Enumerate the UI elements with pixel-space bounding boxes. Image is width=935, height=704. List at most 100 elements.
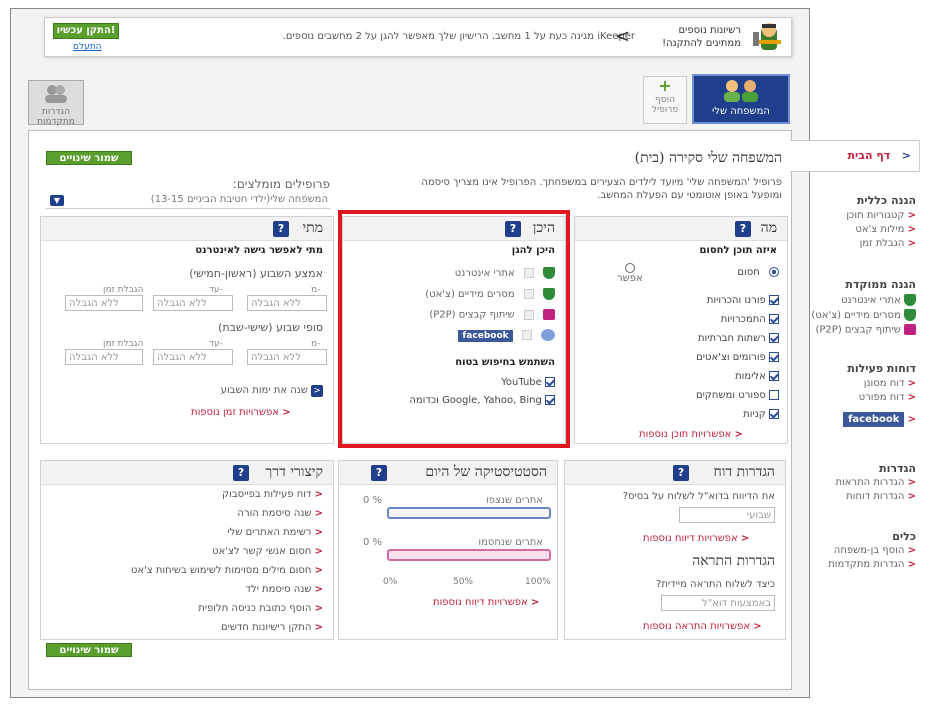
save-button-bottom[interactable]: שמור שינויים	[46, 643, 132, 657]
block-radio-row[interactable]: חסום	[737, 267, 779, 278]
what-item-5[interactable]: ספורט ומשחקים	[696, 390, 779, 401]
help-icon[interactable]: ?	[673, 465, 689, 481]
sidebar-item-report-settings[interactable]: < הגדרות דוחות	[846, 491, 916, 502]
alert-method-select[interactable]: באמצעות דוא"ל	[661, 595, 775, 611]
panel-shortcuts-title: קיצורי דרך	[265, 464, 323, 480]
weekday-limit-field[interactable]: ללא הגבלה	[65, 295, 143, 311]
chevron-left-icon: <	[907, 477, 916, 488]
sidebar-item-websites[interactable]: אתרי אינטרנט	[841, 294, 916, 306]
what-item-3[interactable]: פורומים וצ'אטים	[696, 352, 779, 363]
recommended-select[interactable]: ▼ המשפחה שלי(ילדי חטיבת הביניים 13-15)	[46, 193, 330, 209]
more-content-options-link[interactable]: < אפשרויות תוכן נוספות	[639, 429, 743, 440]
license-banner: התקן עכשיו! התעלם iKeeper מגינה כעת על 1…	[44, 17, 792, 57]
help-icon[interactable]: ?	[273, 221, 289, 237]
shortcut-2[interactable]: < רשימת האתרים שלי	[227, 527, 323, 538]
sidebar-item-p2p[interactable]: שיתוף קבצים (P2P)	[815, 324, 916, 336]
recommended-label: פרופילים מומלצים:	[232, 177, 330, 191]
panel-stats-header: הסטטיסטיקה של היום ?	[339, 461, 557, 485]
more-stats-options-label: אפשרויות דיווח נוספות	[433, 597, 528, 608]
help-icon[interactable]: ?	[371, 465, 387, 481]
shortcut-label: התקן רישיונות חדשים	[220, 622, 312, 633]
sidebar-home[interactable]: < דף הבית	[790, 140, 920, 172]
sidebar-item-facebook[interactable]: < facebook	[843, 412, 916, 427]
what-item-0[interactable]: פורנו והכרויות	[707, 295, 779, 306]
blocked-bar	[387, 549, 551, 561]
chevron-left-icon[interactable]: <	[615, 26, 630, 47]
weekend-from-field[interactable]: ללא הגבלה	[247, 349, 327, 365]
shortcut-0[interactable]: < דוח פעילות בפייסבוק	[222, 489, 323, 500]
shortcut-label: חסום מילים מסוימות לשימוש בשיחות צ'אט	[130, 565, 312, 576]
shield-icon	[904, 294, 916, 306]
shortcut-label: חסום אנשי קשר לצ'אט	[212, 546, 312, 557]
sidebar-item-content-categories[interactable]: < קטגוריות תוכן	[846, 210, 916, 221]
weekend-to-label: עד-	[209, 339, 223, 349]
checkbox-icon	[769, 409, 779, 419]
shortcut-4[interactable]: < חסום מילים מסוימות לשימוש בשיחות צ'אט	[131, 565, 323, 576]
what-item-label: ספורט ומשחקים	[695, 390, 766, 401]
chevron-left-icon: <	[314, 508, 323, 519]
sidebar-item-time-limit[interactable]: < הגבלת זמן	[860, 238, 916, 249]
checkbox-icon	[769, 314, 779, 324]
chevron-left-icon: <	[314, 622, 323, 633]
sidebar-item-chat-words[interactable]: < מילות צ'אט	[855, 224, 916, 235]
sidebar-item-filtered-report[interactable]: < דוח מסונן	[864, 378, 916, 389]
people-icon	[45, 85, 67, 103]
change-days-link[interactable]: < שנה את ימות השבוע	[221, 385, 323, 397]
shortcut-label: דוח פעילות בפייסבוק	[222, 489, 312, 500]
shortcut-1[interactable]: < שנה סיסמת הורה	[237, 508, 323, 519]
weekday-to-field[interactable]: ללא הגבלה	[153, 295, 233, 311]
what-item-4[interactable]: אלימות	[735, 371, 779, 382]
weekend-limit-field[interactable]: ללא הגבלה	[65, 349, 143, 365]
chevron-left-icon: <	[907, 238, 916, 249]
banner-title-line2: ממתינים להתקנה!	[662, 38, 741, 49]
radio-allow-icon	[624, 263, 635, 273]
allow-radio[interactable]: אפשר	[617, 263, 643, 284]
what-item-label: קניות	[743, 409, 766, 420]
shortcut-5[interactable]: < שנה סיסמת ילד	[245, 584, 323, 595]
sidebar-item-label: שיתוף קבצים (P2P)	[815, 324, 901, 336]
report-question: את הדיווח בדוא"ל לשלוח על בסיס?	[622, 491, 775, 502]
more-report-options-link[interactable]: < אפשרויות דיווח נוספות	[643, 533, 749, 544]
lock-icon	[904, 324, 916, 335]
ignore-link[interactable]: התעלם	[73, 42, 102, 52]
sidebar-item-alert-settings[interactable]: < הגדרות התראות	[835, 477, 916, 488]
shortcut-label: שנה סיסמת ילד	[245, 584, 312, 595]
tab-add-profile[interactable]: + הוסף פרופיל	[643, 76, 687, 124]
sidebar-item-advanced-settings[interactable]: < הגדרות מתקדמות	[828, 559, 916, 570]
what-item-1[interactable]: התמכרויות	[721, 314, 779, 325]
more-stats-options-link[interactable]: < אפשרויות דיווח נוספות	[433, 597, 539, 608]
what-item-label: רשתות חברתיות	[697, 333, 766, 344]
panel-shortcuts-header: קיצורי דרך ?	[41, 461, 333, 485]
help-icon[interactable]: ?	[233, 465, 249, 481]
mascot-icon	[751, 20, 787, 54]
what-item-6[interactable]: קניות	[743, 409, 779, 420]
what-item-2[interactable]: רשתות חברתיות	[698, 333, 779, 344]
more-alert-options-link[interactable]: < אפשרויות התראה נוספות	[643, 621, 762, 632]
sidebar-item-detailed-report[interactable]: < דוח מפורט	[859, 392, 916, 403]
sidebar-item-add-member[interactable]: < הוסף בן-משפחה	[834, 545, 916, 556]
help-icon[interactable]: ?	[735, 221, 751, 237]
more-time-options-link[interactable]: < אפשרויות זמן נוספות	[191, 407, 291, 418]
sidebar-item-label: דוח מסונן	[863, 378, 905, 389]
weekday-from-label: מ-	[311, 285, 321, 295]
chevron-left-icon: <	[907, 414, 916, 425]
tab-my-family-label: המשפחה שלי	[712, 106, 770, 117]
sidebar-tools-title: כלים	[892, 530, 916, 543]
install-now-button[interactable]: התקן עכשיו!	[53, 23, 119, 39]
save-button-top[interactable]: שמור שינויים	[46, 151, 132, 165]
panel-report-title: הגדרות דוח	[713, 464, 775, 480]
sidebar-reports-title: דוחות פעילות	[847, 362, 916, 375]
shortcut-7[interactable]: < התקן רישיונות חדשים	[221, 622, 323, 633]
tab-my-family[interactable]: המשפחה שלי	[692, 74, 790, 124]
weekday-from-field[interactable]: ללא הגבלה	[247, 295, 327, 311]
sidebar: < דף הבית הגנה כללית < קטגוריות תוכן < מ…	[790, 140, 926, 600]
tab-advanced-settings[interactable]: הגדרות מתקדמות	[28, 80, 84, 127]
chevron-left-icon: <	[740, 533, 750, 544]
sidebar-item-im[interactable]: מסרים מידיים (צ'אט)	[811, 309, 916, 321]
more-alert-options-label: אפשרויות התראה נוספות	[643, 621, 751, 632]
weekend-to-field[interactable]: ללא הגבלה	[153, 349, 233, 365]
panel-when: מתי ? מתי לאפשר גישה לאינטרנט אמצע השבוע…	[40, 216, 334, 444]
shortcut-3[interactable]: < חסום אנשי קשר לצ'אט	[212, 546, 323, 557]
report-frequency-select[interactable]: שבועי	[679, 507, 775, 523]
shortcut-6[interactable]: < הוסף כתובת כניסה חלופית	[198, 603, 323, 614]
